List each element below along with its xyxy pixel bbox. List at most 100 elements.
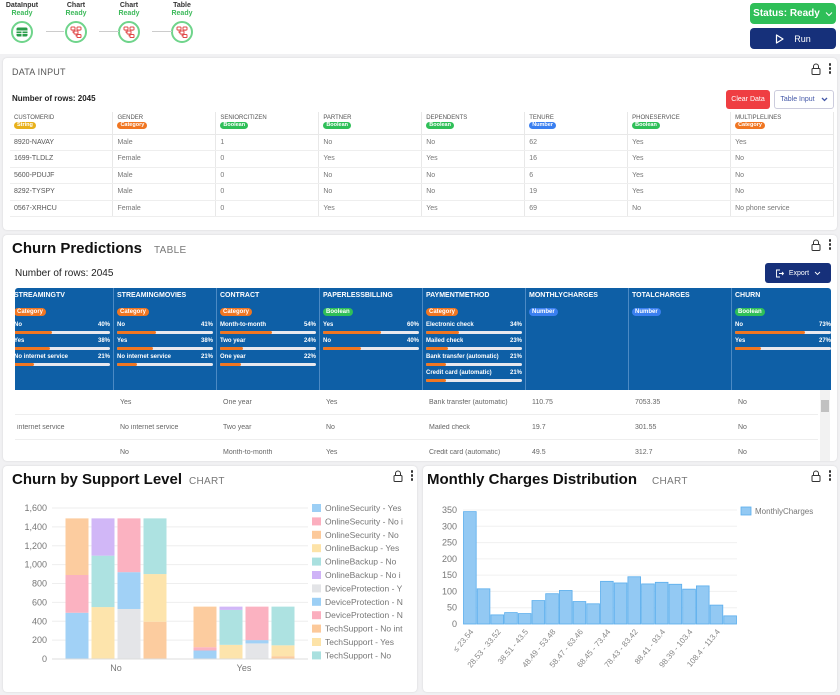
table-cell[interactable]: Yes [421, 200, 526, 217]
legend-item[interactable]: TechSupport - Yes [312, 637, 394, 647]
table-cell[interactable]: No [318, 183, 423, 201]
bar-segment[interactable] [193, 650, 217, 659]
table-cell[interactable]: Yes [627, 150, 732, 168]
legend-item[interactable]: DeviceProtection - Y [312, 583, 403, 593]
table-cell[interactable]: Month-to-month [221, 449, 324, 456]
pipeline-step[interactable]: Chart Ready [109, 2, 149, 43]
table-cell[interactable]: Male [112, 134, 217, 151]
histogram-bar[interactable] [476, 588, 491, 625]
table-cell[interactable]: No [421, 167, 526, 184]
column-header[interactable]: DEPENDENTS Boolean [421, 112, 526, 135]
column-summary[interactable]: MONTHLYCHARGES Number [526, 288, 629, 390]
histogram-bar[interactable] [463, 511, 477, 625]
legend-item[interactable]: MonthlyCharges [740, 506, 813, 516]
bar-segment[interactable] [91, 555, 115, 608]
bar-segment[interactable] [91, 607, 115, 659]
table-cell[interactable]: No [118, 449, 221, 456]
column-header[interactable]: MULTIPLELINES Category [730, 112, 834, 135]
table-cell[interactable]: Credit card (automatic) [427, 449, 530, 456]
table-cell[interactable]: Yes [118, 399, 221, 406]
bar-segment[interactable] [271, 645, 295, 657]
table-cell[interactable]: 0567-XRHCU [10, 200, 114, 217]
table-cell[interactable]: Female [112, 150, 217, 168]
column-summary[interactable]: STREAMINGMOVIES Category No 41% Yes 38% No int… [114, 288, 217, 390]
lock-icon[interactable] [811, 470, 821, 482]
table-cell[interactable]: No [627, 200, 732, 217]
bar-segment[interactable] [219, 644, 243, 659]
bar-segment[interactable] [271, 606, 295, 646]
table-cell[interactable]: 19 [524, 183, 629, 201]
histogram-bar[interactable] [600, 580, 614, 625]
pipeline-step[interactable]: Table Ready [162, 2, 202, 43]
bar-segment[interactable] [91, 518, 115, 556]
export-button[interactable]: Export [765, 263, 831, 283]
column-summary[interactable]: PAYMENTMETHOD Category Electronic check 34%… [423, 288, 526, 390]
bar-segment[interactable] [193, 606, 217, 648]
bar-segment[interactable] [245, 640, 269, 644]
table-cell[interactable]: No [318, 134, 423, 151]
pipeline-step[interactable]: DataInput Ready [2, 2, 42, 43]
bar-segment[interactable] [117, 608, 141, 659]
legend-item[interactable]: OnlineBackup - Yes [312, 543, 399, 553]
table-cell[interactable]: Two year [221, 424, 324, 431]
table-cell[interactable]: 62 [524, 134, 629, 151]
histogram-bar[interactable] [545, 593, 559, 625]
lock-icon[interactable] [811, 63, 821, 75]
table-cell[interactable]: Bank transfer (automatic) [427, 399, 530, 406]
histogram-bar[interactable] [531, 600, 546, 625]
more-options-icon[interactable] [828, 239, 832, 250]
input-type-select[interactable]: Table Input [774, 90, 834, 109]
table-cell[interactable]: 8292-TYSPY [10, 183, 114, 201]
table-cell[interactable]: 7053.35 [633, 399, 736, 406]
table-cell[interactable]: 69 [524, 200, 629, 217]
table-cell[interactable]: 5600-PDUJF [10, 167, 114, 184]
table-cell[interactable]: Yes [318, 150, 423, 168]
more-options-icon[interactable] [828, 63, 832, 74]
legend-item[interactable]: TechSupport - No [312, 650, 391, 660]
bar-segment[interactable] [117, 572, 141, 609]
histogram-bar[interactable] [517, 613, 532, 625]
table-cell[interactable]: Male [112, 183, 217, 201]
bar-segment[interactable] [65, 612, 89, 659]
table-cell[interactable]: 312.7 [633, 449, 736, 456]
table-cell[interactable]: No [324, 424, 427, 431]
table-cell[interactable]: 16 [524, 150, 629, 168]
histogram-bar[interactable] [641, 583, 655, 625]
scrollbar-thumb[interactable] [821, 400, 829, 412]
table-cell[interactable]: 8920-NAVAY [10, 134, 114, 151]
bar-segment[interactable] [219, 609, 243, 645]
bar-segment[interactable] [245, 606, 269, 641]
more-options-icon[interactable] [410, 470, 414, 481]
table-cell[interactable]: Yes [324, 449, 427, 456]
legend-item[interactable]: DeviceProtection - N [312, 597, 403, 607]
table-cell[interactable]: Male [112, 167, 217, 184]
legend-item[interactable]: OnlineBackup - No i [312, 570, 401, 580]
table-cell[interactable]: No [730, 183, 834, 201]
bar-segment[interactable] [143, 621, 167, 659]
legend-item[interactable]: TechSupport - No int [312, 624, 403, 634]
clear-data-button[interactable]: Clear Data [726, 90, 770, 109]
table-cell[interactable]: No [421, 183, 526, 201]
histogram-bar[interactable] [709, 604, 724, 625]
bar-segment[interactable] [193, 647, 217, 651]
table-cell[interactable]: No [730, 167, 834, 184]
table-cell[interactable]: No internet service [118, 424, 221, 431]
table-cell[interactable]: Yes [318, 200, 423, 217]
table-cell[interactable]: One year [221, 399, 324, 406]
table-cell[interactable]: Yes [730, 134, 834, 151]
table-cell[interactable]: 0 [215, 167, 320, 184]
table-cell[interactable]: 301.55 [633, 424, 736, 431]
bar-segment[interactable] [143, 518, 167, 575]
bar-segment[interactable] [65, 518, 89, 576]
table-cell[interactable]: No [318, 167, 423, 184]
table-cell[interactable]: Yes [324, 399, 427, 406]
table-cell[interactable]: internet service [15, 424, 118, 431]
pipeline-step[interactable]: Chart Ready [56, 2, 96, 43]
table-cell[interactable]: 1 [215, 134, 320, 151]
bar-segment[interactable] [117, 518, 141, 573]
column-summary[interactable]: STREAMINGTV Category No 40% Yes 38% No interne… [15, 288, 114, 390]
table-cell[interactable]: 0 [215, 200, 320, 217]
histogram-bar[interactable] [586, 603, 600, 625]
histogram-bar[interactable] [558, 590, 573, 625]
column-header[interactable]: PARTNER Boolean [318, 112, 423, 135]
